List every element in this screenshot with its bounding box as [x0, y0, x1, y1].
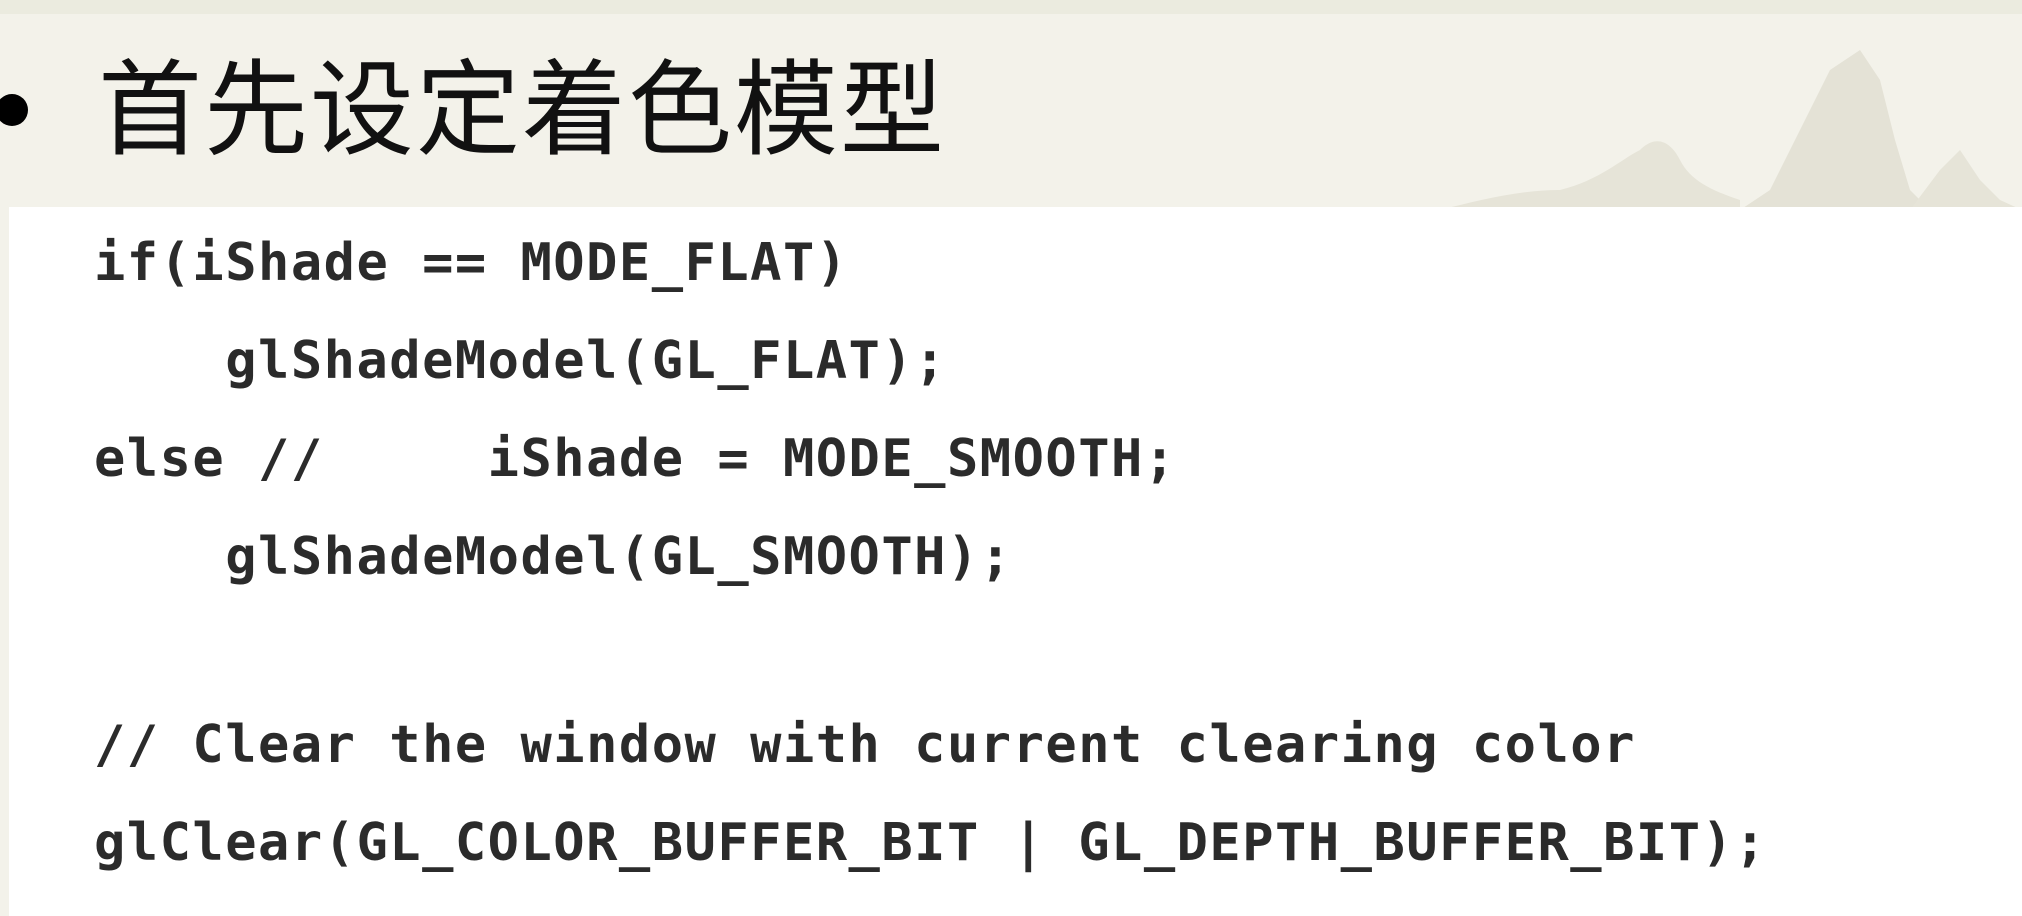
- slide-top-border: [0, 0, 2022, 14]
- code-line: glClear(GL_COLOR_BUFFER_BIT | GL_DEPTH_B…: [94, 813, 1768, 873]
- heading-text: 首先设定着色模型: [98, 49, 947, 171]
- code-line: else // iShade = MODE_SMOOTH;: [94, 429, 1177, 489]
- code-line: // Clear the window with current clearin…: [94, 715, 1636, 775]
- slide-heading: 首先设定着色模型: [0, 40, 946, 180]
- code-line: glShadeModel(GL_FLAT);: [94, 331, 947, 391]
- bullet-icon: [0, 94, 28, 126]
- mountain-watermark-icon: [1440, 50, 2022, 210]
- code-line: glShadeModel(GL_SMOOTH);: [94, 527, 1013, 587]
- code-line: if(iShade == MODE_FLAT): [94, 233, 849, 293]
- code-block: if(iShade == MODE_FLAT) glShadeModel(GL_…: [9, 207, 2022, 916]
